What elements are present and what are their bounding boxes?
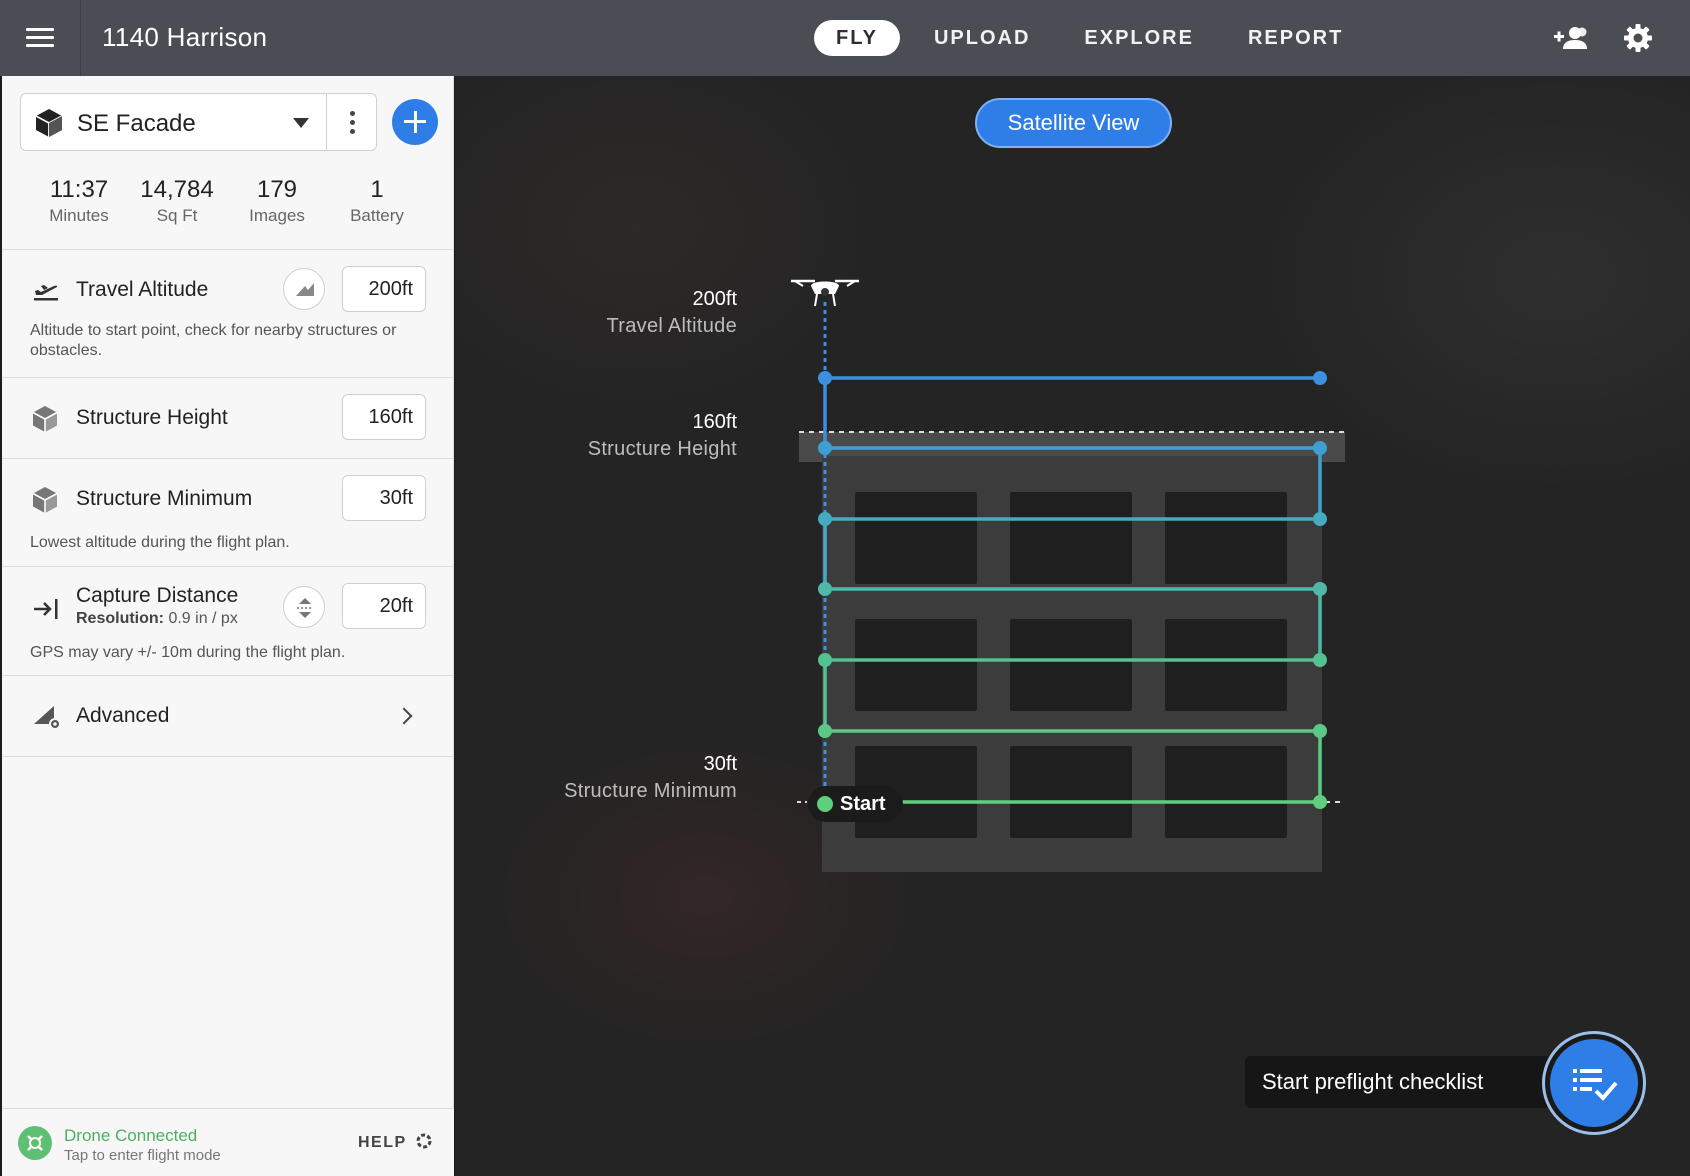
cube-icon xyxy=(35,108,63,143)
structure-minimum-marker: 30ft Structure Minimum xyxy=(497,753,737,803)
help-label: HELP xyxy=(358,1134,407,1151)
stat-images: 179 Images xyxy=(222,176,332,226)
add-plan-button[interactable] xyxy=(392,99,438,145)
building-windows xyxy=(855,492,1287,838)
structure-height-marker-name: Structure Height xyxy=(587,438,737,460)
start-point[interactable]: Start xyxy=(808,786,903,822)
checklist-icon xyxy=(1573,1069,1618,1101)
stat-battery: 1 Battery xyxy=(322,176,432,226)
travel-altitude-label: Travel Altitude xyxy=(76,278,209,301)
travel-altitude-section: Travel Altitude 200ft Altitude to start … xyxy=(2,249,454,377)
top-bar: 1140 Harrison FLY UPLOAD EXPLORE REPORT xyxy=(0,0,1690,76)
capture-distance-help: GPS may vary +/- 10m during the flight p… xyxy=(30,644,346,661)
start-dot xyxy=(817,796,833,812)
resolution-text: Resolution: 0.9 in / px xyxy=(76,610,238,628)
structure-minimum-marker-name: Structure Minimum xyxy=(564,780,737,802)
start-label: Start xyxy=(840,793,886,815)
structure-minimum-input[interactable]: 30ft xyxy=(342,475,426,521)
stat-value: 11:37 xyxy=(49,176,109,203)
stat-sqft: 14,784 Sq Ft xyxy=(122,176,232,226)
advanced-settings-icon xyxy=(32,702,62,735)
structure-minimum-section: Structure Minimum 30ft Lowest altitude d… xyxy=(2,458,454,566)
plan-selector[interactable]: SE Facade xyxy=(20,93,377,151)
stat-minutes: 11:37 Minutes xyxy=(24,176,134,226)
stat-label: Sq Ft xyxy=(156,206,198,225)
advanced-section[interactable]: Advanced xyxy=(2,675,454,756)
drone-status-subtitle: Tap to enter flight mode xyxy=(64,1147,221,1164)
flight-path-diagram xyxy=(791,279,1345,872)
cube-icon xyxy=(32,405,58,438)
chevron-right-icon[interactable] xyxy=(395,707,413,725)
drone-status-title: Drone Connected xyxy=(64,1126,198,1145)
structure-height-label: Structure Height xyxy=(76,406,228,429)
stat-value: 179 xyxy=(256,176,298,203)
cube-icon xyxy=(32,486,58,519)
more-options-icon[interactable] xyxy=(327,94,377,150)
sidebar: SE Facade 11:37 Minutes 14,784 Sq Ft 179… xyxy=(2,76,454,1176)
capture-distance-section: Capture Distance Resolution: 0.9 in / px… xyxy=(2,566,454,675)
plan-stats: 11:37 Minutes 14,784 Sq Ft 179 Images 1 … xyxy=(2,176,454,232)
plan-name: SE Facade xyxy=(77,110,196,137)
map-view[interactable]: Satellite View 200ft Travel Altitude 160… xyxy=(455,76,1690,1176)
tab-fly[interactable]: FLY xyxy=(814,20,900,56)
travel-altitude-help: Altitude to start point, check for nearb… xyxy=(30,322,397,359)
tab-upload[interactable]: UPLOAD xyxy=(910,20,1054,56)
resolution-label: Resolution: xyxy=(76,610,164,627)
lifebuoy-icon xyxy=(416,1133,432,1149)
structure-minimum-label: Structure Minimum xyxy=(76,487,253,510)
gear-icon[interactable] xyxy=(1622,22,1658,54)
structure-height-section: Structure Height 160ft xyxy=(2,377,454,458)
tab-explore[interactable]: EXPLORE xyxy=(1060,20,1218,56)
stat-label: Images xyxy=(249,206,305,225)
travel-altitude-marker-value: 200ft xyxy=(692,288,737,310)
preflight-checklist-label[interactable]: Start preflight checklist xyxy=(1245,1056,1555,1108)
structure-minimum-help: Lowest altitude during the flight plan. xyxy=(30,534,290,551)
capture-distance-input[interactable]: 20ft xyxy=(342,583,426,629)
capture-distance-label: Capture Distance xyxy=(76,584,239,607)
distance-icon xyxy=(32,597,60,626)
stat-value: 1 xyxy=(370,176,384,203)
section-divider xyxy=(2,756,454,757)
altitude-mode-button[interactable] xyxy=(283,268,325,310)
distance-mode-button[interactable] xyxy=(283,586,325,628)
tab-report[interactable]: REPORT xyxy=(1224,20,1367,56)
menu-icon[interactable] xyxy=(18,18,62,58)
travel-altitude-marker-name: Travel Altitude xyxy=(606,315,737,337)
stat-label: Minutes xyxy=(49,206,109,225)
resolution-value: 0.9 in / px xyxy=(168,610,238,627)
add-person-icon[interactable] xyxy=(1553,22,1589,54)
travel-altitude-marker: 200ft Travel Altitude xyxy=(497,288,738,338)
drone-status-bar[interactable]: Drone Connected Tap to enter flight mode… xyxy=(2,1108,454,1176)
help-button[interactable]: HELP xyxy=(358,1133,432,1152)
preflight-checklist-button[interactable] xyxy=(1545,1034,1643,1132)
page-title: 1140 Harrison xyxy=(102,22,268,52)
stat-value: 14,784 xyxy=(140,176,214,203)
stat-label: Battery xyxy=(350,206,404,225)
main-nav: FLY UPLOAD EXPLORE REPORT xyxy=(814,20,1367,56)
takeoff-icon xyxy=(32,278,60,307)
travel-altitude-input[interactable]: 200ft xyxy=(342,266,426,312)
structure-height-marker: 160ft Structure Height xyxy=(497,411,737,461)
chevron-down-icon[interactable] xyxy=(293,118,309,128)
structure-minimum-marker-value: 30ft xyxy=(703,753,737,775)
menu-divider xyxy=(80,0,81,76)
advanced-label: Advanced xyxy=(76,704,170,727)
drone-connected-icon[interactable] xyxy=(18,1126,52,1160)
structure-height-marker-value: 160ft xyxy=(692,411,737,433)
structure-height-input[interactable]: 160ft xyxy=(342,394,426,440)
